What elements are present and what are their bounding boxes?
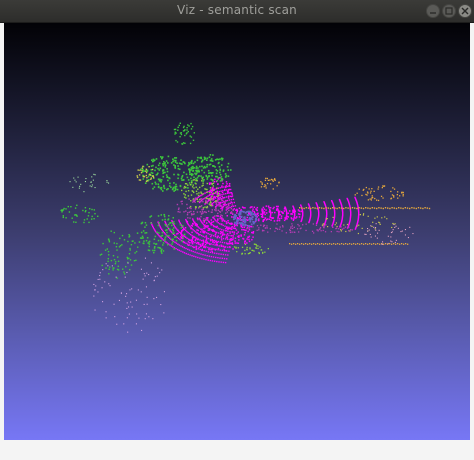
window-border-right xyxy=(470,23,474,440)
window-title: Viz - semantic scan xyxy=(177,3,297,17)
maximize-icon xyxy=(445,7,453,15)
semantic-point-cloud xyxy=(60,122,431,333)
window-border-bottom xyxy=(0,440,474,460)
app-window: Viz - semantic scan xyxy=(0,0,474,460)
title-bar[interactable]: Viz - semantic scan xyxy=(0,0,474,23)
minimize-button[interactable] xyxy=(426,4,440,18)
maximize-button[interactable] xyxy=(442,4,456,18)
minimize-icon xyxy=(430,12,436,14)
close-icon xyxy=(461,7,469,15)
close-button[interactable] xyxy=(458,4,472,18)
3d-viewport[interactable] xyxy=(4,23,470,440)
